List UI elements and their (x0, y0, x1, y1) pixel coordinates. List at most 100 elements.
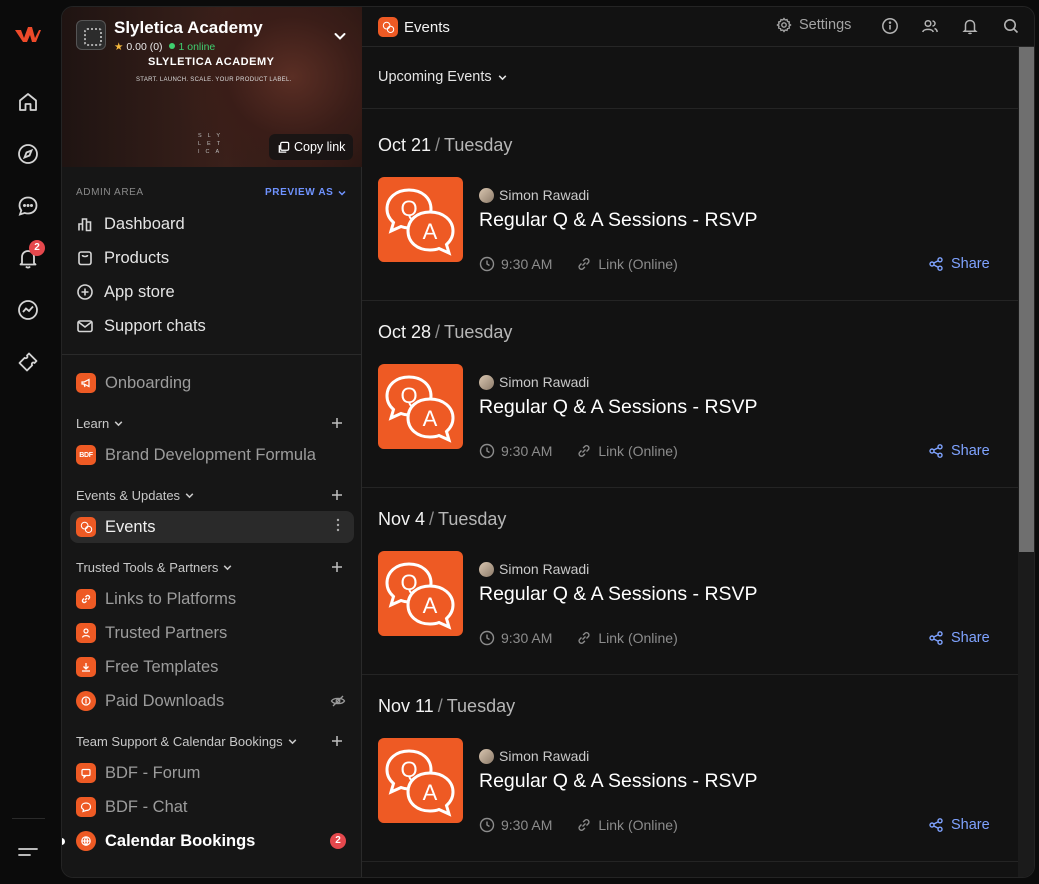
calendar-icon (76, 831, 96, 851)
event-host[interactable]: Simon Rawadi (479, 561, 589, 577)
channel-onboarding[interactable]: Onboarding (76, 368, 191, 398)
rating: 0.00 (126, 41, 147, 53)
add-channel-support-button[interactable] (330, 734, 346, 750)
info-icon[interactable] (881, 17, 899, 35)
home-icon[interactable] (16, 90, 40, 114)
upcoming-events-dropdown[interactable]: Upcoming Events (378, 69, 508, 85)
event-title[interactable]: Regular Q & A Sessions - RSVP (479, 396, 758, 419)
event-location: Link (Online) (598, 817, 678, 833)
event-thumbnail[interactable]: QA (378, 551, 463, 636)
event-thumbnail[interactable]: QA (378, 177, 463, 262)
compass-icon[interactable] (16, 142, 40, 166)
event-host[interactable]: Simon Rawadi (479, 374, 589, 390)
section-team-support[interactable]: Team Support & Calendar Bookings (76, 734, 298, 749)
section-trusted-tools[interactable]: Trusted Tools & Partners (76, 560, 233, 575)
channel-label: BDF - Forum (105, 763, 201, 782)
host-avatar (479, 748, 494, 764)
event-meta: 9:30 AM Link (Online) (479, 256, 678, 272)
share-button[interactable]: Share (928, 256, 990, 272)
event-date-heading: Nov 11/Tuesday (378, 696, 515, 717)
event-day: Tuesday (446, 696, 516, 716)
chat-icon[interactable] (16, 194, 40, 218)
more-options-icon[interactable] (336, 518, 340, 532)
bell-icon[interactable] (961, 17, 979, 35)
section-events-updates[interactable]: Events & Updates (76, 488, 195, 503)
channel-bdf-chat[interactable]: BDF - Chat (76, 792, 188, 822)
channel-brand-development-formula[interactable]: BDF Brand Development Formula (76, 440, 316, 470)
event-title[interactable]: Regular Q & A Sessions - RSVP (479, 770, 758, 793)
analytics-icon[interactable] (16, 298, 40, 322)
channel-events[interactable]: Events (70, 511, 354, 543)
nav-app-store[interactable]: App store (76, 277, 175, 307)
channel-label: Onboarding (105, 373, 192, 392)
chevron-down-icon (184, 490, 195, 501)
event-thumbnail[interactable]: QA (378, 738, 463, 823)
menu-icon[interactable] (16, 840, 40, 864)
event-title[interactable]: Regular Q & A Sessions - RSVP (479, 583, 758, 606)
event-title[interactable]: Regular Q & A Sessions - RSVP (479, 209, 758, 232)
nav-support-chats[interactable]: Support chats (76, 311, 206, 341)
event-date: Oct 21 (378, 135, 432, 155)
host-avatar (479, 374, 494, 390)
channel-bdf-forum[interactable]: BDF - Forum (76, 758, 200, 788)
channel-calendar-bookings[interactable]: Calendar Bookings (76, 826, 255, 856)
share-label: Share (951, 256, 990, 272)
event-divider (362, 487, 1018, 488)
bar-chart-icon (76, 215, 94, 233)
mail-icon (76, 317, 94, 335)
clock-icon (479, 630, 495, 646)
share-icon (928, 817, 944, 833)
unread-indicator (62, 838, 65, 845)
nav-products[interactable]: Products (76, 243, 169, 273)
host-name: Simon Rawadi (499, 187, 590, 203)
share-icon (928, 443, 944, 459)
event-host[interactable]: Simon Rawadi (479, 748, 589, 764)
add-channel-tools-button[interactable] (330, 560, 346, 576)
link-icon (576, 443, 592, 459)
share-button[interactable]: Share (928, 817, 990, 833)
chevron-down-icon (287, 736, 298, 747)
search-icon[interactable] (1002, 17, 1020, 35)
link-icon (76, 589, 96, 609)
event-divider (362, 674, 1018, 675)
chevron-down-icon[interactable] (332, 28, 348, 44)
scrollbar-thumb[interactable] (1019, 47, 1034, 552)
channel-free-templates[interactable]: Free Templates (76, 652, 218, 682)
event-day: Tuesday (444, 135, 513, 155)
section-title: Learn (76, 416, 110, 431)
section-learn[interactable]: Learn (76, 416, 124, 431)
date-separator: / (429, 509, 435, 529)
channel-paid-downloads[interactable]: Paid Downloads (76, 686, 224, 716)
nav-dashboard[interactable]: Dashboard (76, 209, 185, 239)
channel-header: Events (378, 17, 450, 37)
add-channel-learn-button[interactable] (330, 416, 346, 432)
members-icon[interactable] (921, 17, 939, 35)
bdf-icon: BDF (76, 445, 96, 465)
channel-links-to-platforms[interactable]: Links to Platforms (76, 584, 236, 614)
date-separator: / (437, 696, 443, 716)
qa-bubbles-icon: QA (378, 364, 463, 449)
event-location: Link (Online) (598, 256, 678, 272)
scrollbar[interactable] (1018, 47, 1034, 877)
event-host[interactable]: Simon Rawadi (479, 187, 589, 203)
bag-icon (76, 249, 94, 267)
gear-icon (776, 17, 792, 33)
ticket-icon[interactable] (16, 350, 40, 374)
copy-link-label: Copy link (294, 140, 346, 154)
community-banner[interactable]: Slyletica Academy ★ 0.00 (0) 1 online SL… (62, 7, 362, 167)
share-button[interactable]: Share (928, 443, 990, 459)
hidden-eye-icon (330, 694, 346, 708)
event-date: Oct 28 (378, 322, 432, 342)
add-channel-events-button[interactable] (330, 488, 346, 504)
preview-as-button[interactable]: PREVIEW AS (265, 187, 347, 198)
share-button[interactable]: Share (928, 630, 990, 646)
settings-button[interactable]: Settings (776, 17, 851, 33)
svg-text:A: A (423, 406, 438, 431)
logo-icon[interactable] (14, 24, 42, 44)
nav-label: App store (104, 282, 175, 301)
copy-link-button[interactable]: Copy link (269, 134, 354, 160)
share-icon (928, 630, 944, 646)
channel-trusted-partners[interactable]: Trusted Partners (76, 618, 227, 648)
event-thumbnail[interactable]: QA (378, 364, 463, 449)
copy-icon (277, 141, 290, 154)
